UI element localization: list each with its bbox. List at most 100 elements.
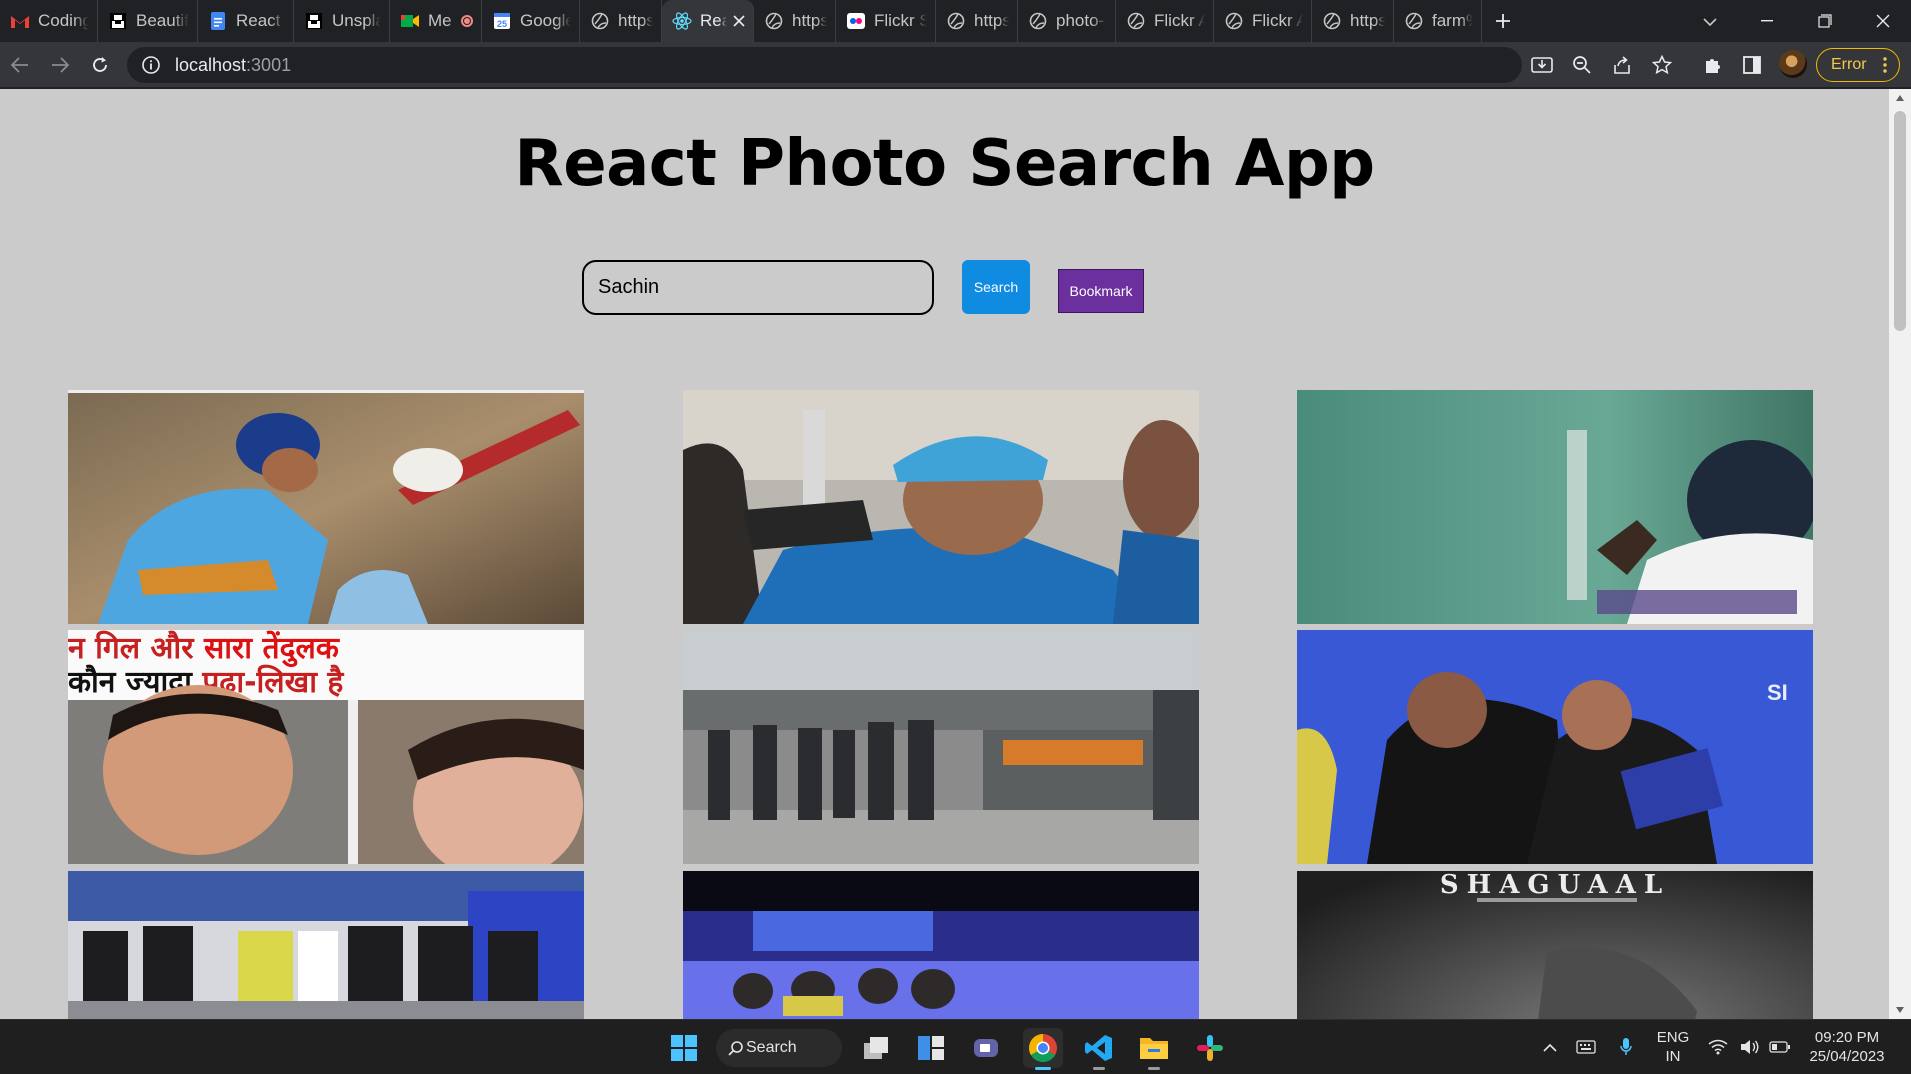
extensions-puzzle-icon[interactable] — [1698, 50, 1728, 80]
tab-label: Flickr A — [1252, 11, 1303, 30]
tab-label: farm% — [1432, 11, 1473, 30]
photo-stage-event[interactable] — [683, 871, 1199, 1019]
taskbar-search-label: Search — [746, 1039, 797, 1056]
side-panel-icon[interactable] — [1737, 50, 1767, 80]
browser-toolbar: localhost:3001 Error — [0, 42, 1911, 88]
vscode-taskbar-icon[interactable] — [1079, 1028, 1119, 1070]
new-tab-button[interactable] — [1482, 0, 1524, 42]
photo-hindi-news-thumbnail[interactable]: न गिल और सारा तेंदुलक कौन ज्यादा पढ़ा-लि… — [68, 630, 584, 864]
microphone-icon[interactable] — [1615, 1036, 1637, 1058]
wifi-icon[interactable] — [1707, 1036, 1729, 1058]
slack-taskbar-icon[interactable] — [1190, 1028, 1230, 1068]
globe-icon — [764, 11, 784, 31]
show-hidden-icons-chevron[interactable] — [1539, 1036, 1561, 1058]
browser-tab[interactable]: Rea — [662, 0, 754, 42]
photo-test-cricketer[interactable] — [1297, 390, 1813, 624]
language-indicator[interactable]: ENG IN — [1652, 1028, 1694, 1066]
photo-factory-group[interactable] — [683, 630, 1199, 864]
volume-icon[interactable] — [1739, 1036, 1761, 1058]
browser-tab[interactable]: Flickr S — [836, 0, 936, 42]
browser-tab[interactable]: https:// — [1312, 0, 1394, 42]
tab-label: Rea — [700, 11, 727, 30]
photo-dark-poster[interactable]: SHAGUAAL — [1297, 871, 1813, 1019]
clock[interactable]: 09:20 PM 25/04/2023 — [1800, 1028, 1894, 1066]
search-button[interactable]: Search — [962, 260, 1030, 314]
scroll-up-arrow-icon[interactable] — [1896, 95, 1904, 101]
photo-trophy-celebration[interactable] — [683, 390, 1199, 624]
tab-strip: Coding Beautif React - Unspla Me 25 Google http… — [0, 0, 1911, 42]
page-scrollbar[interactable] — [1889, 89, 1911, 1019]
browser-tab[interactable]: Coding — [0, 0, 98, 42]
start-button[interactable] — [664, 1028, 704, 1068]
forward-button[interactable] — [40, 45, 80, 85]
browser-tab[interactable]: Unspla — [294, 0, 390, 42]
browser-tab[interactable]: https:// — [580, 0, 662, 42]
photo-audience-seated[interactable] — [68, 871, 584, 1019]
tab-search-chevron-icon[interactable] — [1696, 8, 1724, 36]
widgets-icon[interactable] — [911, 1028, 951, 1068]
reload-button[interactable] — [80, 45, 120, 85]
tab-label: photo- — [1056, 11, 1105, 30]
share-icon[interactable] — [1607, 50, 1637, 80]
search-input[interactable] — [582, 260, 934, 315]
file-explorer-icon[interactable] — [1134, 1028, 1174, 1070]
address-bar[interactable]: localhost:3001 — [127, 47, 1522, 83]
summit-sign-text: SI — [1767, 680, 1788, 705]
chrome-taskbar-icon[interactable] — [1023, 1028, 1063, 1070]
browser-tab[interactable]: Flickr A — [1116, 0, 1214, 42]
svg-text:25: 25 — [497, 19, 507, 29]
browser-tab[interactable]: photo- — [1018, 0, 1116, 42]
globe-icon — [590, 11, 610, 31]
tab-label: Beautif — [136, 11, 189, 30]
docs-icon — [208, 11, 228, 31]
close-window-button[interactable] — [1855, 0, 1911, 42]
globe-icon — [946, 11, 966, 31]
language-code: ENG — [1656, 1029, 1690, 1046]
globe-icon — [1224, 11, 1244, 31]
clock-time: 09:20 PM — [1814, 1029, 1880, 1046]
region-code: IN — [1665, 1048, 1681, 1065]
page-title: React Photo Search App — [514, 127, 1375, 201]
site-info-icon[interactable] — [141, 55, 161, 75]
unsplash-icon — [304, 11, 324, 31]
tab-label: Flickr A — [1154, 11, 1205, 30]
browser-tab[interactable]: farm% — [1394, 0, 1482, 42]
restore-window-button[interactable] — [1797, 0, 1853, 42]
scrollbar-thumb[interactable] — [1894, 111, 1906, 331]
close-tab-icon[interactable] — [733, 11, 745, 32]
react-icon — [672, 11, 692, 31]
page-viewport: React Photo Search App Search Bookmark — [0, 89, 1889, 1019]
browser-tab[interactable]: https:// — [936, 0, 1018, 42]
zoom-icon[interactable] — [1567, 50, 1597, 80]
browser-tab[interactable]: Flickr A — [1214, 0, 1312, 42]
battery-icon[interactable] — [1769, 1036, 1791, 1058]
browser-tab[interactable]: Beautif — [98, 0, 198, 42]
tab-label: Flickr S — [874, 11, 927, 30]
globe-icon — [1322, 11, 1342, 31]
profile-avatar[interactable] — [1779, 50, 1807, 78]
windows-taskbar: Search ENG IN 09:20 PM 25/04/2023 — [0, 1019, 1911, 1074]
photo-summit-panel[interactable]: SI — [1297, 630, 1813, 864]
back-button[interactable] — [0, 45, 40, 85]
unsplash-icon — [108, 11, 128, 31]
browser-tab[interactable]: Me — [390, 0, 482, 42]
photo-batsman-blue[interactable] — [68, 390, 584, 624]
gmail-icon — [10, 11, 30, 31]
bookmark-star-icon[interactable] — [1647, 50, 1677, 80]
bookmark-button[interactable]: Bookmark — [1058, 269, 1144, 313]
browser-tab[interactable]: 25 Google — [482, 0, 580, 42]
teams-chat-icon[interactable] — [966, 1028, 1006, 1068]
keyboard-icon[interactable] — [1575, 1036, 1597, 1058]
task-view-icon[interactable] — [856, 1028, 896, 1068]
tab-label: https:// — [618, 11, 653, 30]
browser-tab[interactable]: https:// — [754, 0, 836, 42]
flickr-icon — [846, 11, 866, 31]
minimize-window-button[interactable] — [1739, 0, 1795, 42]
taskbar-search[interactable]: Search — [716, 1029, 842, 1067]
calendar-icon: 25 — [492, 11, 512, 31]
recording-indicator-icon — [461, 15, 473, 27]
browser-tab[interactable]: React - — [198, 0, 294, 42]
scroll-down-arrow-icon[interactable] — [1896, 1007, 1904, 1013]
error-update-button[interactable]: Error — [1816, 48, 1900, 82]
install-app-icon[interactable] — [1527, 50, 1557, 80]
